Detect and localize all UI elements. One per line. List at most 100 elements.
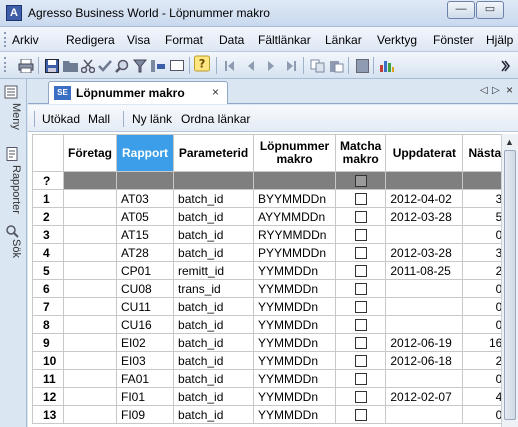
match-macro-checkbox[interactable] bbox=[354, 193, 367, 206]
minimize-button[interactable]: — bbox=[447, 1, 475, 19]
row-header[interactable]: 12 bbox=[32, 387, 64, 406]
match-macro-checkbox[interactable] bbox=[354, 211, 367, 224]
insert-row-icon[interactable] bbox=[150, 58, 166, 73]
more-icon[interactable] bbox=[497, 58, 513, 73]
match-macro-checkbox[interactable] bbox=[354, 265, 367, 278]
tab-close-icon[interactable]: × bbox=[212, 85, 219, 99]
match-macro-checkbox[interactable] bbox=[354, 229, 367, 242]
cell-macro[interactable]: YYMMDDn bbox=[253, 279, 337, 298]
row-header[interactable]: 13 bbox=[32, 405, 64, 424]
cell-report[interactable]: CU11 bbox=[116, 297, 175, 316]
cell-updated[interactable] bbox=[385, 225, 464, 244]
match-macro-checkbox[interactable] bbox=[354, 175, 367, 188]
cell-macro[interactable]: BYYMMDDn bbox=[253, 189, 337, 208]
row-header[interactable]: 5 bbox=[32, 261, 64, 280]
cell-param[interactable]: batch_id bbox=[173, 405, 255, 424]
cell-macro[interactable]: YYMMDDn bbox=[253, 261, 337, 280]
column-header-macro[interactable]: Löpnummer makro bbox=[253, 134, 337, 172]
new-link-button[interactable]: Ny länk bbox=[132, 112, 172, 126]
open-folder-icon[interactable] bbox=[63, 58, 79, 73]
cell-updated[interactable] bbox=[385, 315, 464, 334]
match-macro-checkbox[interactable] bbox=[354, 337, 367, 350]
blank-page-icon[interactable] bbox=[354, 58, 370, 73]
sidebar-item-sok[interactable]: Sök bbox=[4, 239, 22, 258]
cell-param[interactable]: batch_id bbox=[173, 387, 255, 406]
cell-updated[interactable]: 2011-08-25 bbox=[385, 261, 464, 280]
cell-param[interactable]: batch_id bbox=[173, 189, 255, 208]
row-header[interactable]: 11 bbox=[32, 369, 64, 388]
cut-icon[interactable] bbox=[80, 58, 96, 73]
cell-param[interactable]: batch_id bbox=[173, 243, 255, 262]
cell-company[interactable] bbox=[62, 387, 118, 406]
match-macro-checkbox[interactable] bbox=[354, 247, 367, 260]
menu-hjalp[interactable]: Hjälp bbox=[486, 33, 513, 47]
previous-record-icon[interactable] bbox=[243, 58, 259, 73]
cell-report[interactable]: FI09 bbox=[116, 405, 175, 424]
cell-updated[interactable]: 2012-03-28 bbox=[385, 207, 464, 226]
sidebar-item-meny[interactable]: Meny bbox=[4, 103, 22, 130]
match-macro-checkbox[interactable] bbox=[354, 409, 367, 422]
cell-param[interactable]: batch_id bbox=[173, 297, 255, 316]
cell-report[interactable]: CU16 bbox=[116, 315, 175, 334]
close-window-icon[interactable]: × bbox=[506, 83, 513, 97]
cell-match[interactable] bbox=[335, 387, 387, 406]
cell-updated[interactable] bbox=[385, 405, 464, 424]
cell-macro[interactable]: YYMMDDn bbox=[253, 315, 337, 334]
menu-fonster[interactable]: Fönster bbox=[433, 33, 474, 47]
cell-param[interactable]: trans_id bbox=[173, 279, 255, 298]
cell-param[interactable]: remitt_id bbox=[173, 261, 255, 280]
paste-icon[interactable] bbox=[328, 58, 344, 73]
print-icon[interactable] bbox=[18, 58, 34, 73]
cell-match[interactable] bbox=[335, 351, 387, 370]
table-row[interactable]: 9 EI02 batch_id YYMMDDn 2012-06-19 16 bbox=[32, 333, 508, 352]
cell-company[interactable] bbox=[62, 333, 118, 352]
cell-param[interactable]: batch_id bbox=[173, 315, 255, 334]
row-header[interactable]: ? bbox=[32, 171, 64, 190]
cell-company[interactable] bbox=[62, 297, 118, 316]
cell-macro[interactable]: YYMMDDn bbox=[253, 387, 337, 406]
cell-macro[interactable]: YYMMDDn bbox=[253, 369, 337, 388]
row-header[interactable]: 1 bbox=[32, 189, 64, 208]
menu-visa[interactable]: Visa bbox=[127, 33, 150, 47]
table-row[interactable]: 10 EI03 batch_id YYMMDDn 2012-06-18 2 bbox=[32, 351, 508, 370]
table-row[interactable]: 13 FI09 batch_id YYMMDDn 0 bbox=[32, 405, 508, 424]
tab-scroll-left-icon[interactable]: ◁ bbox=[480, 85, 488, 96]
cell-param[interactable]: batch_id bbox=[173, 351, 255, 370]
menu-grip[interactable] bbox=[4, 32, 8, 47]
match-macro-checkbox[interactable] bbox=[354, 319, 367, 332]
match-macro-checkbox[interactable] bbox=[354, 373, 367, 386]
column-header-updated[interactable]: Uppdaterat bbox=[385, 134, 464, 172]
first-record-icon[interactable] bbox=[222, 58, 238, 73]
cell-company[interactable] bbox=[62, 189, 118, 208]
cell-company[interactable] bbox=[62, 207, 118, 226]
cell-macro[interactable]: YYMMDDn bbox=[253, 297, 337, 316]
cell-report[interactable]: AT28 bbox=[116, 243, 175, 262]
template-button[interactable]: Mall bbox=[88, 112, 110, 126]
search-icon[interactable] bbox=[114, 58, 130, 73]
menu-format[interactable]: Format bbox=[165, 33, 203, 47]
table-row[interactable]: 8 CU16 batch_id YYMMDDn 0 bbox=[32, 315, 508, 334]
match-macro-checkbox[interactable] bbox=[354, 391, 367, 404]
cell-report[interactable]: AT03 bbox=[116, 189, 175, 208]
cell-updated[interactable] bbox=[385, 297, 464, 316]
cell-match[interactable] bbox=[335, 333, 387, 352]
maximize-button[interactable]: ▭ bbox=[476, 1, 504, 19]
cell-param[interactable]: batch_id bbox=[173, 333, 255, 352]
next-record-icon[interactable] bbox=[263, 58, 279, 73]
cell-macro[interactable]: RYYMMDDn bbox=[253, 225, 337, 244]
toolbar-grip[interactable] bbox=[4, 57, 8, 72]
expanded-button[interactable]: Utökad bbox=[42, 112, 80, 126]
cell-macro[interactable]: AYYMMDDn bbox=[253, 207, 337, 226]
table-row[interactable]: 7 CU11 batch_id YYMMDDn 0 bbox=[32, 297, 508, 316]
column-header-match[interactable]: Matcha makro bbox=[335, 134, 387, 172]
cell-match[interactable] bbox=[335, 207, 387, 226]
cell-report[interactable]: EI02 bbox=[116, 333, 175, 352]
row-header[interactable]: 8 bbox=[32, 315, 64, 334]
table-row[interactable]: 3 AT15 batch_id RYYMMDDn 0 bbox=[32, 225, 508, 244]
cell-updated[interactable]: 2012-03-28 bbox=[385, 243, 464, 262]
scrollbar-thumb[interactable] bbox=[504, 150, 516, 420]
table-row[interactable]: 4 AT28 batch_id PYYMMDDn 2012-03-28 3 bbox=[32, 243, 508, 262]
cell-param[interactable]: batch_id bbox=[173, 207, 255, 226]
table-row[interactable]: 2 AT05 batch_id AYYMMDDn 2012-03-28 5 bbox=[32, 207, 508, 226]
menu-data[interactable]: Data bbox=[219, 33, 244, 47]
